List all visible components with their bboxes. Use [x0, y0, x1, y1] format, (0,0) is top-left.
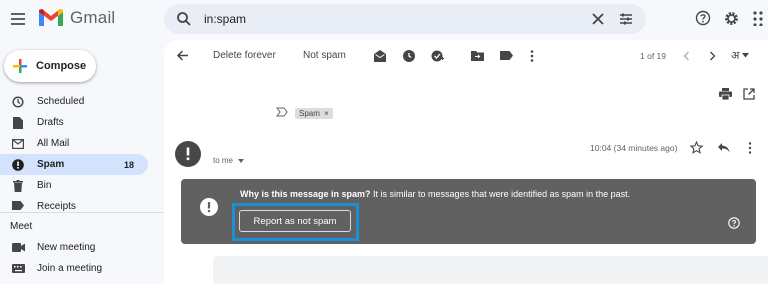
banner-help-icon[interactable]	[728, 217, 740, 229]
spam-question: Why is this message in spam?	[240, 189, 371, 199]
sidebar-item-receipts[interactable]: Receipts	[0, 197, 148, 211]
settings-gear-icon[interactable]	[723, 10, 740, 27]
meet-item-label: New meeting	[37, 242, 96, 253]
print-icon[interactable]	[719, 88, 732, 100]
dropdown-caret-icon	[742, 53, 750, 58]
meet-section-title: Meet	[10, 221, 33, 232]
highlight-box: Report as not spam	[232, 203, 359, 241]
warning-alert-icon	[200, 198, 218, 216]
search-bar[interactable]: in:spam	[164, 4, 646, 34]
message-timestamp: 10:04 (34 minutes ago)	[590, 143, 678, 153]
reply-icon[interactable]	[717, 142, 730, 153]
older-chevron-icon[interactable]	[709, 51, 716, 61]
alert-avatar-icon	[175, 141, 201, 167]
scheduled-icon	[10, 95, 26, 108]
newer-chevron-icon[interactable]	[683, 51, 690, 61]
more-options-icon[interactable]	[530, 50, 534, 62]
sender-avatar[interactable]	[175, 141, 201, 167]
add-to-tasks-icon[interactable]	[431, 50, 444, 62]
delete-forever-button[interactable]: Delete forever	[213, 50, 276, 61]
sidebar-item-label: Bin	[37, 180, 52, 191]
input-tools-glyph: अ	[731, 50, 740, 62]
importance-marker-icon[interactable]	[276, 107, 288, 117]
input-tools-button[interactable]: अ	[731, 48, 750, 63]
help-icon[interactable]	[695, 10, 711, 26]
sidebar-item-drafts[interactable]: Drafts	[0, 112, 148, 133]
sidebar-item-label: Drafts	[37, 117, 64, 128]
recipient-dropdown[interactable]: to me	[213, 156, 245, 165]
recipient-text: to me	[213, 156, 234, 165]
sidebar-item-label: Scheduled	[37, 96, 85, 107]
label-icon	[10, 201, 26, 210]
move-to-icon[interactable]	[471, 50, 484, 61]
not-spam-button[interactable]: Not spam	[303, 50, 346, 61]
search-options-icon[interactable]	[619, 12, 633, 26]
bin-icon	[10, 179, 26, 192]
message-more-options-icon[interactable]	[748, 142, 752, 154]
spam-label-chip[interactable]: Spam ×	[295, 108, 333, 119]
sidebar-item-label: Receipts	[37, 201, 76, 211]
sidebar-item-all-mail[interactable]: All Mail	[0, 133, 148, 154]
spam-explanation: Why is this message in spam? It is simil…	[240, 189, 630, 199]
labels-icon[interactable]	[500, 51, 513, 60]
report-not-spam-button[interactable]: Report as not spam	[239, 210, 351, 232]
search-input[interactable]: in:spam	[204, 12, 246, 26]
apps-grid-icon[interactable]	[752, 10, 766, 26]
recipient-caret-icon	[238, 158, 245, 163]
meet-join-meeting[interactable]: Join a meeting	[0, 258, 148, 279]
keyboard-icon	[10, 264, 26, 273]
clear-search-icon[interactable]	[591, 12, 605, 26]
compose-plus-icon	[12, 58, 28, 74]
open-in-new-window-icon[interactable]	[743, 88, 755, 100]
main-menu-icon[interactable]	[9, 10, 29, 28]
gmail-m-icon	[39, 9, 63, 26]
star-icon[interactable]	[690, 141, 703, 154]
search-icon[interactable]	[176, 11, 192, 27]
all-mail-icon	[10, 138, 26, 149]
gmail-logo[interactable]: Gmail	[38, 8, 115, 28]
back-arrow-icon[interactable]	[176, 49, 189, 62]
sidebar-item-scheduled[interactable]: Scheduled	[0, 91, 148, 112]
app-name: Gmail	[70, 8, 116, 27]
drafts-icon	[10, 116, 26, 129]
message-view-panel	[164, 40, 768, 284]
sidebar-divider	[0, 212, 164, 213]
compose-button[interactable]: Compose	[4, 50, 96, 82]
spam-icon	[10, 158, 26, 171]
spam-count-badge: 18	[123, 159, 134, 170]
page-counter: 1 of 19	[640, 51, 666, 61]
compose-label: Compose	[36, 60, 87, 72]
remove-label-icon[interactable]: ×	[324, 109, 329, 118]
sidebar-item-label: All Mail	[37, 138, 70, 149]
video-icon	[10, 243, 26, 252]
snooze-icon[interactable]	[403, 50, 415, 62]
message-body-preview	[213, 256, 768, 284]
spam-warning-banner: Why is this message in spam? It is simil…	[181, 179, 756, 244]
meet-item-label: Join a meeting	[37, 263, 103, 274]
spam-reason: It is similar to messages that were iden…	[370, 189, 631, 199]
sidebar-item-label: Spam	[37, 159, 65, 170]
spam-label-text: Spam	[299, 109, 320, 118]
mark-unread-icon[interactable]	[374, 50, 386, 62]
meet-new-meeting[interactable]: New meeting	[0, 237, 148, 258]
sidebar-item-spam[interactable]: Spam 18	[0, 154, 148, 175]
sidebar-item-bin[interactable]: Bin	[0, 175, 148, 196]
